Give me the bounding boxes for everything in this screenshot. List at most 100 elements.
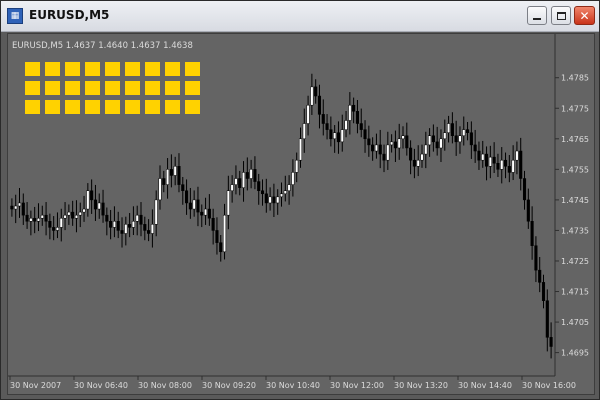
candle-body [541, 282, 546, 301]
candle-body [82, 208, 86, 213]
candle-body [458, 135, 462, 143]
candle-body [336, 132, 341, 143]
candle-body [97, 202, 101, 210]
candlesticks [10, 73, 553, 359]
candle-body [454, 135, 458, 143]
candle-body [507, 166, 511, 173]
candle-body [40, 214, 44, 219]
candle-body [109, 221, 113, 228]
indicator-square [45, 100, 60, 114]
candle-body [124, 224, 128, 234]
candle-body [359, 123, 363, 130]
candle-body [314, 86, 318, 97]
candle-body [177, 166, 181, 185]
candle-body [200, 211, 204, 216]
price-axis: 1.4785 1.4775 1.4765 1.4755 1.4745 1.4735 1.47… [555, 74, 589, 358]
time-tick-label: 30 Nov 09:20 [202, 381, 256, 390]
candle-body [185, 190, 189, 204]
indicator-square [125, 81, 140, 95]
candle-body [549, 337, 553, 347]
candle-body [59, 217, 63, 228]
candle-body [424, 144, 428, 155]
candle-body [515, 150, 519, 161]
candle-body [450, 123, 454, 136]
candle-body [386, 144, 390, 161]
candle-body [500, 159, 504, 170]
indicator-square [125, 62, 140, 76]
time-tick-label: 30 Nov 2007 [10, 381, 61, 390]
candle-body [462, 129, 466, 136]
candle-body [363, 129, 367, 140]
indicator-square [25, 81, 40, 95]
candle-body [447, 123, 451, 133]
candle-body [48, 221, 52, 228]
candle-body [283, 190, 287, 195]
candle-body [473, 144, 477, 152]
chart-window: ▦ EURUSD,M5 ✕ EURUSD,M5 1.4637 1.4640 1.… [0, 0, 600, 400]
price-tick-label: 1.4695 [561, 349, 589, 358]
indicator-square [145, 100, 160, 114]
candle-body [135, 214, 139, 222]
candle-body [321, 114, 325, 124]
candle-body [14, 205, 18, 210]
candle-body [166, 169, 170, 185]
candle-body [105, 214, 109, 222]
candle-body [219, 242, 223, 253]
maximize-button[interactable] [551, 6, 571, 25]
indicator-square [85, 100, 100, 114]
indicator-square [25, 62, 40, 76]
candle-body [67, 211, 71, 216]
candle-body [291, 172, 295, 185]
candle-body [382, 153, 386, 161]
candle-body [93, 199, 97, 210]
candle-body [371, 144, 375, 152]
candle-body [374, 144, 378, 152]
candle-body [131, 221, 135, 228]
time-tick-label: 30 Nov 08:00 [138, 381, 192, 390]
candle-body [409, 147, 413, 161]
price-tick-label: 1.4745 [561, 196, 589, 205]
price-tick-label: 1.4725 [561, 257, 589, 266]
candle-body [245, 172, 249, 179]
time-tick-label: 30 Nov 16:00 [522, 381, 576, 390]
title-bar[interactable]: ▦ EURUSD,M5 ✕ [1, 1, 599, 32]
minimize-button[interactable] [527, 6, 547, 25]
candle-body [298, 138, 303, 161]
indicator-square [45, 62, 60, 76]
candle-body [112, 221, 116, 228]
candle-body [340, 129, 344, 143]
candle-body [52, 227, 56, 231]
candle-body [329, 129, 333, 140]
price-tick-label: 1.4715 [561, 288, 589, 297]
chart-area[interactable]: EURUSD,M5 1.4637 1.4640 1.4637 1.4638 1.… [7, 33, 595, 395]
candle-body [215, 230, 219, 243]
candle-body [435, 141, 439, 149]
price-chart[interactable]: EURUSD,M5 1.4637 1.4640 1.4637 1.4638 1.… [8, 34, 594, 394]
candle-body [25, 214, 29, 222]
candle-body [101, 202, 105, 216]
indicator-square [85, 62, 100, 76]
candle-body [538, 269, 542, 283]
candle-body [181, 184, 185, 191]
candle-body [196, 199, 200, 213]
candle-body [522, 178, 527, 201]
candle-body [295, 159, 299, 173]
price-tick-label: 1.4755 [561, 165, 589, 174]
indicator-square [105, 62, 120, 76]
candle-body [230, 184, 234, 191]
indicator-square [65, 100, 80, 114]
candle-body [302, 123, 306, 140]
price-tick-label: 1.4775 [561, 104, 589, 113]
indicator-square [105, 100, 120, 114]
indicator-square [125, 100, 140, 114]
indicator-square [45, 81, 60, 95]
candle-body [86, 190, 90, 210]
candle-body [78, 211, 82, 216]
candle-body [511, 159, 515, 173]
price-tick-label: 1.4765 [561, 135, 589, 144]
indicator-square [145, 62, 160, 76]
close-icon: ✕ [579, 8, 590, 23]
close-button[interactable]: ✕ [574, 6, 595, 25]
indicator-square [85, 81, 100, 95]
candle-body [260, 190, 265, 195]
